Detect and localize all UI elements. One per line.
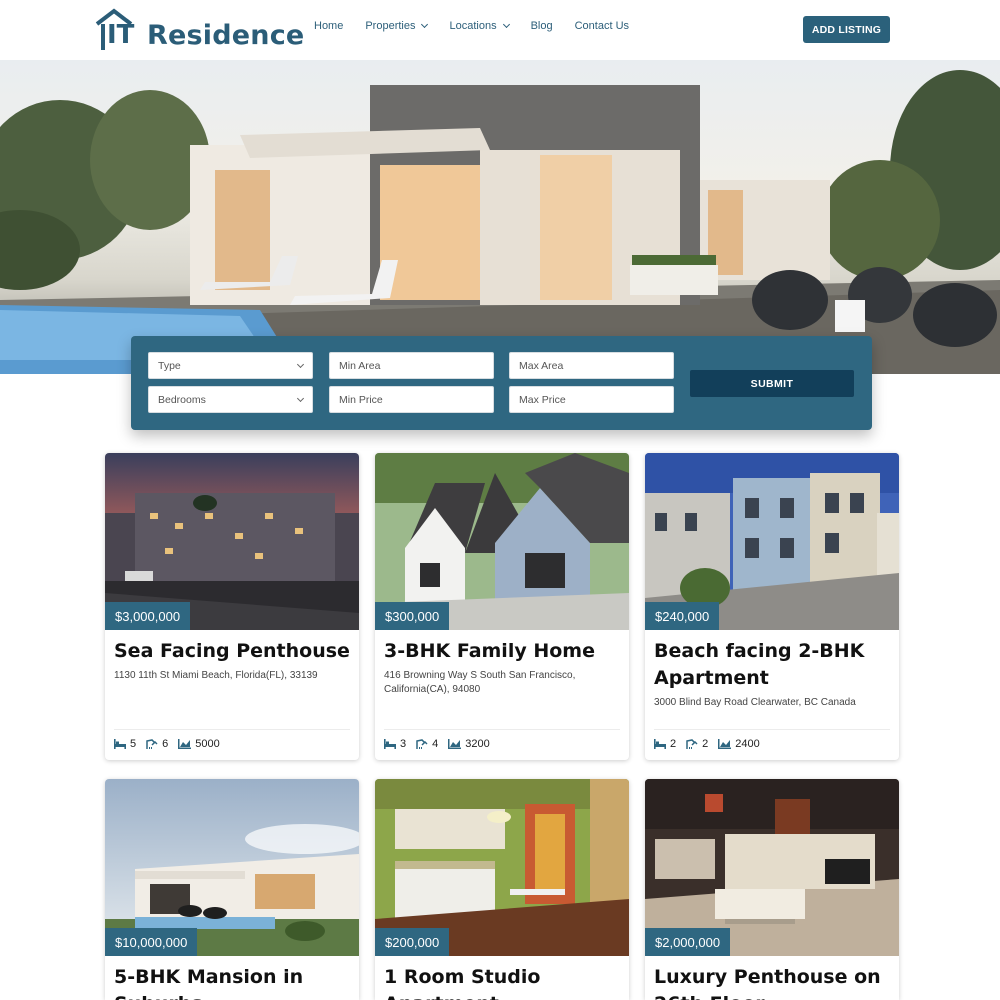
house-logo-icon: IT — [95, 8, 139, 52]
divider — [114, 729, 350, 730]
nav-contact[interactable]: Contact Us — [575, 20, 629, 32]
listing-card[interactable]: $300,000 3-BHK Family Home 416 Browning … — [375, 453, 629, 760]
bedrooms-select[interactable]: Bedrooms — [148, 386, 313, 413]
max-area-input[interactable]: Max Area — [509, 352, 674, 379]
area-icon — [718, 739, 732, 749]
listing-card[interactable]: $3,000,000 Sea Facing Penthouse 1130 11t… — [105, 453, 359, 760]
listing-address: 3000 Blind Bay Road Clearwater, BC Canad… — [654, 697, 856, 708]
listing-features: 5 6 5000 — [114, 738, 230, 750]
bedrooms-select-label: Bedrooms — [158, 393, 206, 406]
listing-card[interactable]: $200,000 1 Room Studio Apartment — [375, 779, 629, 1000]
nav-properties[interactable]: Properties — [365, 20, 429, 32]
shower-icon — [146, 738, 158, 749]
area-value: 5000 — [195, 738, 220, 750]
nav-properties-label: Properties — [365, 20, 416, 32]
chevron-down-icon — [296, 394, 305, 402]
nav-home-label: Home — [314, 20, 344, 32]
listing-address: 1130 11th St Miami Beach, Florida(FL), 3… — [114, 670, 318, 681]
nav-contact-label: Contact Us — [574, 20, 630, 32]
price-tag: $10,000,000 — [105, 928, 198, 956]
site-header: IT Residence Home Properties Locations B… — [0, 0, 1000, 60]
area-icon — [178, 739, 192, 749]
submit-button[interactable]: SUBMIT — [690, 370, 854, 397]
bathrooms-feature: 2 — [686, 738, 708, 750]
shower-icon — [416, 738, 428, 749]
bathrooms-count: 4 — [432, 738, 439, 750]
listing-photo: $200,000 — [375, 779, 629, 956]
bedrooms-feature: 2 — [654, 738, 676, 750]
area-icon — [448, 739, 462, 749]
area-feature: 2400 — [718, 738, 760, 750]
area-feature: 5000 — [178, 738, 220, 750]
listing-title[interactable]: 1 Room Studio Apartment — [375, 956, 629, 1000]
listing-card[interactable]: $10,000,000 5-BHK Mansion in Suburbs — [105, 779, 359, 1000]
nav-home[interactable]: Home — [314, 20, 343, 32]
price-tag: $300,000 — [375, 602, 450, 630]
area-value: 2400 — [735, 738, 760, 750]
max-price-input[interactable]: Max Price — [509, 386, 674, 413]
listing-card[interactable]: $240,000 Beach facing 2-BHK Apartment 30… — [645, 453, 899, 760]
bathrooms-count: 6 — [162, 738, 169, 750]
listing-title[interactable]: Beach facing 2-BHK Apartment — [645, 630, 899, 692]
logo[interactable]: IT Residence — [95, 4, 304, 52]
price-tag: $2,000,000 — [645, 928, 731, 956]
listing-title[interactable]: Sea Facing Penthouse — [105, 630, 359, 665]
listing-features: 2 2 2400 — [654, 738, 770, 750]
bed-icon — [654, 739, 666, 749]
bedrooms-count: 3 — [400, 738, 407, 750]
add-listing-button[interactable]: ADD LISTING — [803, 16, 890, 43]
logo-mark-text: IT — [107, 20, 135, 50]
bed-icon — [114, 739, 126, 749]
brand-name: Residence — [147, 20, 305, 51]
min-price-input[interactable]: Min Price — [329, 386, 494, 413]
bedrooms-feature: 3 — [384, 738, 406, 750]
bathrooms-count: 2 — [702, 738, 709, 750]
type-select-label: Type — [158, 359, 181, 372]
bed-icon — [384, 739, 396, 749]
listing-photo: $10,000,000 — [105, 779, 359, 956]
listing-title[interactable]: Luxury Penthouse on 26th Floor — [645, 956, 899, 1000]
nav-locations[interactable]: Locations — [449, 20, 510, 32]
price-tag: $240,000 — [645, 602, 720, 630]
area-value: 3200 — [465, 738, 490, 750]
nav-locations-label: Locations — [449, 20, 497, 32]
max-price-placeholder: Max Price — [519, 393, 566, 406]
area-feature: 3200 — [448, 738, 490, 750]
chevron-down-icon — [421, 20, 429, 29]
listing-address: 416 Browning Way S South San Francisco, … — [384, 670, 576, 695]
divider — [654, 729, 890, 730]
listing-photo: $3,000,000 — [105, 453, 359, 630]
listing-features: 3 4 3200 — [384, 738, 500, 750]
type-select[interactable]: Type — [148, 352, 313, 379]
main-nav: Home Properties Locations Blog Contact U… — [314, 20, 651, 32]
shower-icon — [686, 738, 698, 749]
bathrooms-feature: 4 — [416, 738, 438, 750]
min-area-placeholder: Min Area — [339, 359, 381, 372]
nav-blog[interactable]: Blog — [531, 20, 553, 32]
chevron-down-icon — [296, 360, 305, 368]
min-price-placeholder: Min Price — [339, 393, 383, 406]
listing-photo: $2,000,000 — [645, 779, 899, 956]
divider — [384, 729, 620, 730]
listing-title[interactable]: 5-BHK Mansion in Suburbs — [105, 956, 359, 1000]
modern-house-illustration — [0, 70, 1000, 374]
min-area-input[interactable]: Min Area — [329, 352, 494, 379]
hero-image — [0, 60, 1000, 374]
listing-photo: $240,000 — [645, 453, 899, 630]
bedrooms-feature: 5 — [114, 738, 136, 750]
price-tag: $3,000,000 — [105, 602, 191, 630]
bedrooms-count: 5 — [130, 738, 137, 750]
max-area-placeholder: Max Area — [519, 359, 564, 372]
price-tag: $200,000 — [375, 928, 450, 956]
listing-photo: $300,000 — [375, 453, 629, 630]
bedrooms-count: 2 — [670, 738, 677, 750]
search-panel: Type Min Area Max Area Bedrooms Min Pric… — [131, 336, 872, 430]
nav-blog-label: Blog — [530, 20, 553, 32]
listing-card[interactable]: $2,000,000 Luxury Penthouse on 26th Floo… — [645, 779, 899, 1000]
listing-title[interactable]: 3-BHK Family Home — [375, 630, 629, 665]
chevron-down-icon — [502, 20, 510, 29]
bathrooms-feature: 6 — [146, 738, 168, 750]
